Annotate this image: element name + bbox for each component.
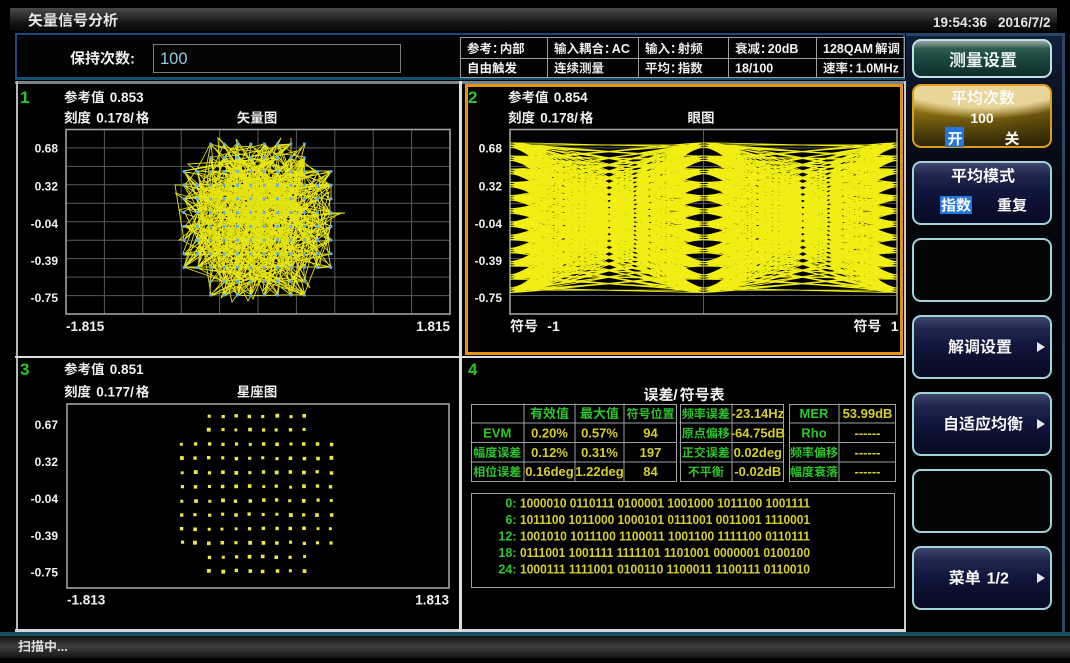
svg-text:128QAM: 128QAM [823,42,873,56]
svg-text:94: 94 [643,426,658,441]
svg-text:1000111 1111001 0100110 110001: 1000111 1111001 0100110 1100011 1100111 … [520,563,810,577]
svg-text:0.16deg: 0.16deg [525,464,573,479]
svg-text:-0.75: -0.75 [475,291,503,305]
svg-text:0.31%: 0.31% [581,445,618,460]
svg-text:1: 1 [20,88,29,107]
svg-text:0.68: 0.68 [35,141,59,155]
svg-text:0.12%: 0.12% [531,445,568,460]
svg-text:-0.04: -0.04 [31,217,59,231]
svg-text:1.813: 1.813 [415,593,449,608]
svg-text:0111001 1001111 1111101 110100: 0111001 1001111 1111101 1101001 0000001 … [520,546,810,560]
svg-text:-0.04: -0.04 [475,217,503,231]
svg-text:0.68: 0.68 [479,141,503,155]
svg-text:-0.39: -0.39 [31,254,59,268]
svg-text:-0.75: -0.75 [31,565,59,579]
svg-text:18/100: 18/100 [735,62,773,76]
svg-text:0.851: 0.851 [110,362,144,377]
svg-text:1.0MHz: 1.0MHz [856,62,899,76]
svg-text:3: 3 [20,360,29,379]
svg-text:-1.815: -1.815 [66,319,105,334]
svg-text:100: 100 [160,50,188,68]
svg-text:84: 84 [643,464,658,479]
svg-text:53.99dB: 53.99dB [843,406,893,421]
svg-text:24:: 24: [498,563,516,577]
svg-text:18:: 18: [498,546,516,560]
svg-text:1011100 1011000 1000101 011100: 1011100 1011000 1000101 0111001 0011001 … [520,513,810,527]
svg-text:1000010 0110111 0100001 100100: 1000010 0110111 0100001 1001000 1011100 … [520,497,810,511]
svg-text::: : [130,51,135,68]
svg-text:EVM: EVM [483,426,511,441]
svg-text:6:: 6: [505,513,516,527]
svg-text:-0.04: -0.04 [31,492,59,506]
svg-text:0.178/: 0.178/ [540,111,578,126]
svg-text:0.20%: 0.20% [531,426,568,441]
svg-text:0.02deg: 0.02deg [734,445,782,460]
svg-text:1001010 1011100 1100011 100110: 1001010 1011100 1100011 1001100 1111100 … [520,530,810,544]
svg-text:4: 4 [468,360,478,379]
svg-text:Rho: Rho [801,426,826,441]
svg-text:20dB: 20dB [768,42,799,56]
svg-text:197: 197 [640,445,662,460]
svg-text:-0.75: -0.75 [31,291,59,305]
svg-text:0.177/: 0.177/ [96,385,134,400]
svg-text:0:: 0: [505,497,516,511]
svg-text:AC: AC [612,42,630,56]
svg-text:/: / [673,387,678,404]
svg-text:0.67: 0.67 [35,418,59,432]
svg-text:-1: -1 [547,318,560,334]
svg-text:-23.14Hz: -23.14Hz [731,406,784,421]
svg-text:1.815: 1.815 [416,319,450,334]
svg-text:0.32: 0.32 [35,455,59,469]
svg-text:0.32: 0.32 [35,179,59,193]
svg-text:2016/7/2: 2016/7/2 [998,15,1051,30]
svg-text:1: 1 [891,318,899,334]
svg-text:100: 100 [970,110,994,126]
svg-text:0.178/: 0.178/ [96,111,134,126]
svg-text:0.57%: 0.57% [581,426,618,441]
svg-text:2: 2 [468,88,477,107]
svg-text:1.22deg: 1.22deg [575,464,623,479]
svg-text:------: ------ [855,426,881,441]
svg-text:-0.39: -0.39 [475,254,503,268]
svg-text:-64.75dB: -64.75dB [731,426,785,441]
svg-text:12:: 12: [498,530,516,544]
svg-text:...: ... [57,639,68,654]
svg-text:-1.813: -1.813 [67,593,106,608]
svg-text:0.854: 0.854 [554,90,588,105]
svg-text:------: ------ [855,464,881,479]
svg-text:------: ------ [855,445,881,460]
svg-text:0.32: 0.32 [479,179,503,193]
svg-text:0.853: 0.853 [110,90,144,105]
svg-text:-0.02dB: -0.02dB [734,464,781,479]
svg-text:19:54:36: 19:54:36 [933,15,988,30]
svg-text:MER: MER [800,406,830,421]
svg-text:-0.39: -0.39 [31,529,59,543]
svg-text:1/2: 1/2 [987,571,1009,588]
